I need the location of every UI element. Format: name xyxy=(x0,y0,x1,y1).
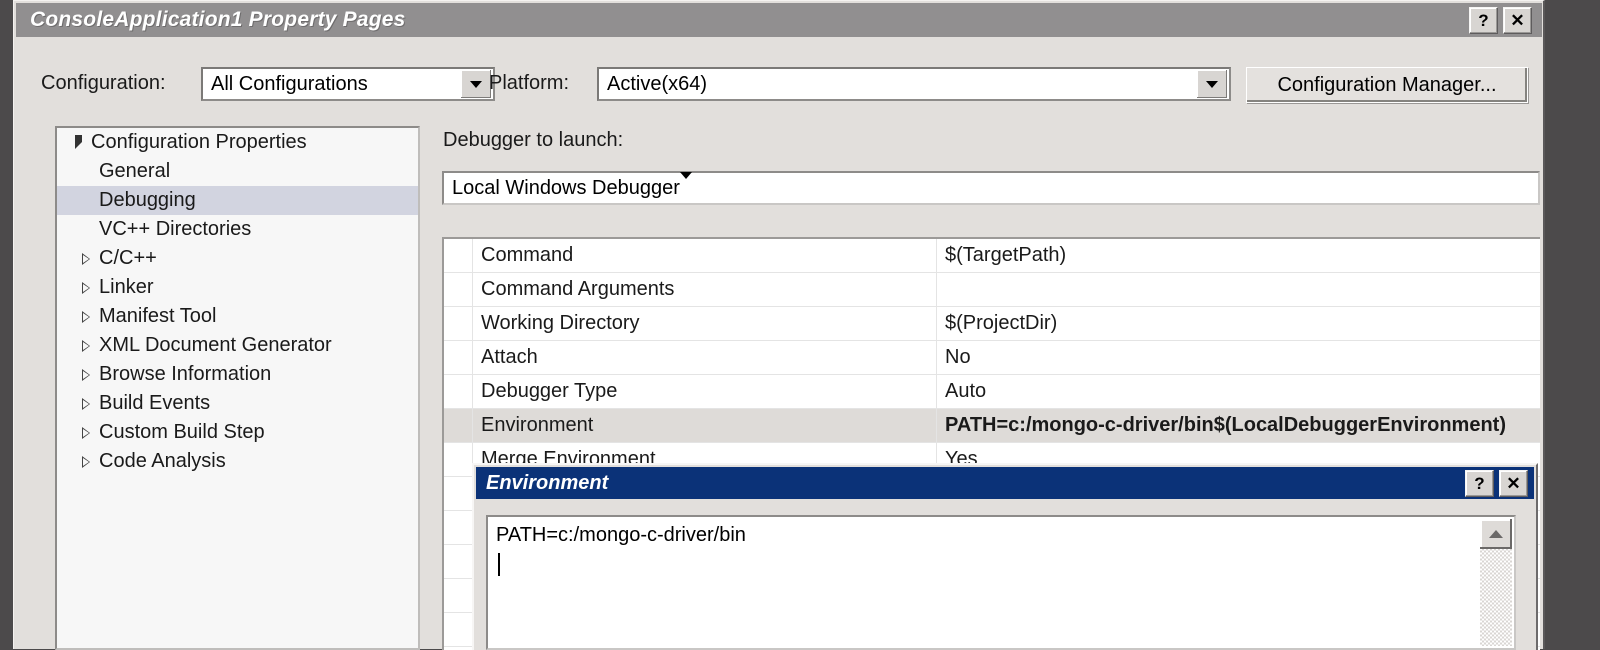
tree-item-linker[interactable]: Linker xyxy=(57,273,418,302)
environment-dialog-controls: ? ✕ xyxy=(1465,470,1528,497)
property-value-cell[interactable]: No xyxy=(937,341,1540,374)
tree-item-label: Code Analysis xyxy=(99,450,226,473)
environment-close-button[interactable]: ✕ xyxy=(1499,470,1528,497)
row-gutter xyxy=(444,545,473,578)
environment-dialog-title-bar: Environment ? ✕ xyxy=(476,467,1534,499)
tree-item-debugging[interactable]: Debugging xyxy=(57,186,418,215)
row-gutter xyxy=(444,375,473,408)
property-value-cell[interactable]: PATH=c:/mongo-c-driver/bin$(LocalDebugge… xyxy=(937,409,1540,442)
property-name-cell: Command xyxy=(473,239,937,272)
chevron-down-icon[interactable] xyxy=(1197,70,1227,98)
scroll-up-icon[interactable] xyxy=(1480,519,1512,549)
tree-item-browse-information[interactable]: Browse Information xyxy=(57,360,418,389)
tree-item-label: XML Document Generator xyxy=(99,334,332,357)
tree-item-code-analysis[interactable]: Code Analysis xyxy=(57,447,418,476)
table-row[interactable]: EnvironmentPATH=c:/mongo-c-driver/bin$(L… xyxy=(444,409,1540,443)
environment-scrollbar[interactable] xyxy=(1480,519,1512,646)
property-name-cell: Attach xyxy=(473,341,937,374)
platform-label: Platform: xyxy=(489,72,569,95)
tree-item-label: VC++ Directories xyxy=(99,218,251,241)
configuration-label: Configuration: xyxy=(41,72,166,95)
property-name-cell: Environment xyxy=(473,409,937,442)
tree-item-label: Manifest Tool xyxy=(99,305,216,328)
property-name-cell: Working Directory xyxy=(473,307,937,340)
property-value-cell[interactable]: $(ProjectDir) xyxy=(937,307,1540,340)
row-gutter xyxy=(444,511,473,544)
tree-item-label: C/C++ xyxy=(99,247,157,270)
triangle-right-icon[interactable] xyxy=(73,282,99,294)
tree-item-label: Linker xyxy=(99,276,153,299)
tree-item-general[interactable]: General xyxy=(57,157,418,186)
environment-help-button[interactable]: ? xyxy=(1465,470,1494,497)
property-value-cell[interactable]: Auto xyxy=(937,375,1540,408)
triangle-right-icon[interactable] xyxy=(73,311,99,323)
window-controls: ? ✕ xyxy=(1469,7,1532,34)
property-value-cell[interactable] xyxy=(937,273,1540,306)
row-gutter xyxy=(444,443,473,476)
triangle-right-icon[interactable] xyxy=(73,427,99,439)
environment-dialog-title: Environment xyxy=(486,472,608,495)
tree-item-manifest-tool[interactable]: Manifest Tool xyxy=(57,302,418,331)
tree-item-build-events[interactable]: Build Events xyxy=(57,389,418,418)
property-pages-window: ConsoleApplication1 Property Pages ? ✕ C… xyxy=(13,0,1545,649)
triangle-right-icon[interactable] xyxy=(73,369,99,381)
window-title-bar: ConsoleApplication1 Property Pages ? ✕ xyxy=(16,3,1542,37)
platform-combobox[interactable]: Active(x64) xyxy=(597,67,1231,101)
tree-item-xml-document-generator[interactable]: XML Document Generator xyxy=(57,331,418,360)
property-value-cell[interactable]: $(TargetPath) xyxy=(937,239,1540,272)
triangle-right-icon[interactable] xyxy=(73,253,99,265)
environment-textarea[interactable]: PATH=c:/mongo-c-driver/bin xyxy=(486,515,1516,650)
property-name-cell: Debugger Type xyxy=(473,375,937,408)
configuration-value: All Configurations xyxy=(203,73,368,96)
row-gutter xyxy=(444,239,473,272)
triangle-right-icon[interactable] xyxy=(73,340,99,352)
chevron-down-icon[interactable] xyxy=(680,179,692,197)
property-name-cell: Command Arguments xyxy=(473,273,937,306)
platform-value: Active(x64) xyxy=(599,73,707,96)
help-button[interactable]: ? xyxy=(1469,7,1498,34)
configuration-toolbar: Configuration: All Configurations Platfo… xyxy=(14,63,1546,111)
table-row[interactable]: Debugger TypeAuto xyxy=(444,375,1540,409)
environment-dialog: Environment ? ✕ PATH=c:/mongo-c-driver/b… xyxy=(472,463,1538,650)
table-row[interactable]: Command$(TargetPath) xyxy=(444,239,1540,273)
environment-text-value: PATH=c:/mongo-c-driver/bin xyxy=(488,517,1514,548)
row-gutter xyxy=(444,273,473,306)
window-title: ConsoleApplication1 Property Pages xyxy=(30,8,406,32)
text-caret xyxy=(498,553,500,576)
triangle-down-icon[interactable] xyxy=(65,136,91,150)
tree-item-vc-directories[interactable]: VC++ Directories xyxy=(57,215,418,244)
tree-item-c-c[interactable]: C/C++ xyxy=(57,244,418,273)
tree-item-label: General xyxy=(99,160,170,183)
tree-item-custom-build-step[interactable]: Custom Build Step xyxy=(57,418,418,447)
configuration-manager-button[interactable]: Configuration Manager... xyxy=(1246,67,1528,103)
debugger-to-launch-combobox[interactable]: Local Windows Debugger xyxy=(442,171,1540,205)
row-gutter xyxy=(444,477,473,510)
triangle-right-icon[interactable] xyxy=(73,456,99,468)
row-gutter xyxy=(444,341,473,374)
row-gutter xyxy=(444,409,473,442)
row-gutter xyxy=(444,579,473,612)
tree-item-label: Custom Build Step xyxy=(99,421,265,444)
tree-item-label: Build Events xyxy=(99,392,210,415)
tree-item-label: Debugging xyxy=(99,189,196,212)
table-row[interactable]: Working Directory$(ProjectDir) xyxy=(444,307,1540,341)
chevron-down-icon[interactable] xyxy=(461,70,491,98)
table-row[interactable]: Command Arguments xyxy=(444,273,1540,307)
tree-item-label: Browse Information xyxy=(99,363,271,386)
table-row[interactable]: AttachNo xyxy=(444,341,1540,375)
debugger-to-launch-label: Debugger to launch: xyxy=(443,129,623,152)
configuration-combobox[interactable]: All Configurations xyxy=(201,67,495,101)
tree-item-label: Configuration Properties xyxy=(91,131,307,154)
row-gutter xyxy=(444,613,473,646)
debugger-to-launch-value: Local Windows Debugger xyxy=(444,177,680,200)
row-gutter xyxy=(444,307,473,340)
tree-item-configuration-properties[interactable]: Configuration Properties xyxy=(57,128,418,157)
properties-tree[interactable]: Configuration Properties General Debugging… xyxy=(55,126,420,650)
close-button[interactable]: ✕ xyxy=(1503,7,1532,34)
triangle-right-icon[interactable] xyxy=(73,398,99,410)
